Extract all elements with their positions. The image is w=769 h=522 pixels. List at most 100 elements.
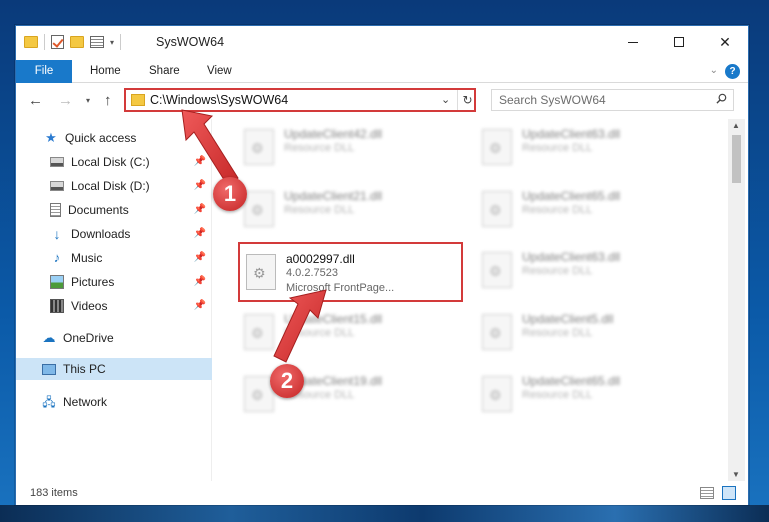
sidebar-item-music[interactable]: ♪ Music 📌: [16, 247, 212, 269]
status-bar: 183 items: [16, 481, 748, 505]
vertical-scrollbar[interactable]: ▲ ▼: [728, 119, 745, 481]
dll-file-icon: [244, 191, 274, 227]
file-name: UpdateClient65.dll: [522, 374, 621, 388]
minimize-button[interactable]: [610, 26, 656, 58]
pin-icon[interactable]: 📌: [194, 276, 206, 287]
properties-check-icon[interactable]: [51, 35, 64, 49]
music-icon: ♪: [53, 250, 61, 265]
refresh-icon[interactable]: ↻: [457, 90, 477, 110]
pin-icon[interactable]: 📌: [194, 204, 206, 215]
file-tile[interactable]: UpdateClient21.dll Resource DLL: [238, 181, 463, 241]
sidebar-item-label: Network: [63, 395, 108, 409]
step-badge-1: 1: [213, 177, 247, 211]
address-path[interactable]: C:\Windows\SysWOW64: [150, 93, 288, 107]
search-placeholder: Search SysWOW64: [499, 93, 606, 107]
network-icon: 🖧: [42, 395, 56, 409]
sidebar-item-this-pc[interactable]: This PC: [16, 358, 212, 380]
sidebar-item-label: Music: [71, 251, 103, 265]
quick-access-toolbar: ▾: [24, 34, 122, 50]
sidebar-item-onedrive[interactable]: ☁ OneDrive: [16, 327, 212, 349]
file-tile[interactable]: UpdateClient42.dll Resource DLL: [238, 119, 463, 179]
sidebar-item-label: Quick access: [65, 131, 137, 145]
disk-icon: [50, 181, 64, 191]
step-badge-2: 2: [270, 364, 304, 398]
dll-file-icon: [482, 191, 512, 227]
file-tile[interactable]: UpdateClient5.dll Resource DLL: [476, 304, 701, 364]
sidebar-item-local-disk-c[interactable]: Local Disk (C:) 📌: [16, 151, 212, 173]
sidebar-item-network[interactable]: 🖧 Network: [16, 391, 212, 413]
folder-icon: [131, 94, 145, 106]
navigation-pane: ★ Quick access Local Disk (C:) 📌 Local D…: [16, 119, 212, 481]
scroll-up-icon[interactable]: ▲: [732, 121, 740, 130]
pin-icon[interactable]: 📌: [194, 252, 206, 263]
recent-locations-chevron-icon[interactable]: ▾: [86, 96, 90, 105]
pin-icon[interactable]: 📌: [194, 156, 206, 167]
pin-icon[interactable]: 📌: [194, 300, 206, 311]
videos-icon: [50, 299, 64, 313]
folder-icon[interactable]: [24, 36, 38, 48]
file-description: Resource DLL: [284, 327, 355, 339]
sidebar-item-label: This PC: [63, 362, 106, 376]
documents-icon: [50, 203, 61, 217]
new-folder-icon[interactable]: [70, 36, 84, 48]
dll-file-icon: [482, 314, 512, 350]
file-description: Resource DLL: [522, 204, 593, 216]
help-icon[interactable]: ?: [725, 64, 740, 79]
title-bar: ▾ SysWOW64 ✕: [16, 26, 748, 60]
file-list: UpdateClient42.dll Resource DLL UpdateCl…: [220, 119, 728, 481]
sidebar-item-pictures[interactable]: Pictures 📌: [16, 271, 212, 293]
dll-file-icon: [482, 252, 512, 288]
sidebar-item-label: Pictures: [71, 275, 115, 289]
file-description: Resource DLL: [284, 204, 355, 216]
dll-file-icon: [244, 314, 274, 350]
search-input[interactable]: Search SysWOW64: [491, 89, 734, 111]
tab-file[interactable]: File: [16, 60, 72, 83]
file-tile[interactable]: UpdateClient15.dll Resource DLL: [238, 304, 463, 364]
sidebar-item-videos[interactable]: Videos 📌: [16, 295, 212, 317]
pin-icon[interactable]: 📌: [194, 228, 206, 239]
explorer-window: ▾ SysWOW64 ✕ File Home Share View ⌄ ? ← …: [15, 25, 749, 505]
file-description: Resource DLL: [522, 142, 593, 154]
file-description: Resource DLL: [522, 265, 593, 277]
sidebar-item-quick-access[interactable]: ★ Quick access: [16, 127, 212, 149]
forward-arrow-icon[interactable]: →: [58, 92, 73, 109]
tab-home[interactable]: Home: [88, 60, 123, 83]
sidebar-item-documents[interactable]: Documents 📌: [16, 199, 212, 221]
pictures-icon: [50, 275, 64, 289]
desktop-background: [0, 505, 769, 522]
sidebar-item-local-disk-d[interactable]: Local Disk (D:) 📌: [16, 175, 212, 197]
file-name: UpdateClient65.dll: [522, 189, 621, 203]
file-tile[interactable]: UpdateClient63.dll Resource DLL: [476, 119, 701, 179]
details-view-icon[interactable]: [700, 487, 714, 499]
item-count: 183 items: [30, 487, 78, 499]
file-name: UpdateClient5.dll: [522, 312, 614, 326]
sidebar-item-label: Local Disk (D:): [71, 179, 150, 193]
maximize-icon: [674, 37, 684, 47]
sidebar-item-downloads[interactable]: ↓ Downloads 📌: [16, 223, 212, 245]
close-button[interactable]: ✕: [702, 26, 748, 58]
maximize-button[interactable]: [656, 26, 702, 58]
address-history-chevron-icon[interactable]: ⌄: [441, 93, 450, 106]
scroll-down-icon[interactable]: ▼: [732, 470, 740, 479]
scrollbar-thumb[interactable]: [732, 135, 741, 183]
tab-view[interactable]: View: [205, 60, 234, 83]
file-tile-selected[interactable]: a0002997.dll 4.0.2.7523 Microsoft FrontP…: [238, 242, 463, 302]
tiles-view-icon[interactable]: [722, 486, 736, 500]
file-version: 4.0.2.7523: [286, 267, 338, 279]
expand-ribbon-icon[interactable]: ⌄: [710, 65, 718, 76]
star-icon: ★: [45, 130, 57, 145]
address-bar[interactable]: C:\Windows\SysWOW64 ⌄ ↻: [124, 88, 476, 112]
customize-icon[interactable]: [90, 36, 104, 48]
file-tile[interactable]: UpdateClient65.dll Resource DLL: [476, 181, 701, 241]
chevron-down-icon[interactable]: ▾: [110, 38, 114, 47]
file-tile[interactable]: UpdateClient65.dll Resource DLL: [476, 366, 701, 426]
tab-share[interactable]: Share: [147, 60, 182, 83]
up-arrow-icon[interactable]: ↑: [104, 92, 112, 109]
file-name: UpdateClient63.dll: [522, 127, 621, 141]
file-description: Resource DLL: [522, 327, 593, 339]
computer-icon: [42, 363, 56, 375]
pin-icon[interactable]: 📌: [194, 180, 206, 191]
file-tile[interactable]: UpdateClient63.dll Resource DLL: [476, 242, 701, 302]
back-arrow-icon[interactable]: ←: [28, 92, 43, 109]
sidebar-item-label: Videos: [71, 299, 108, 313]
